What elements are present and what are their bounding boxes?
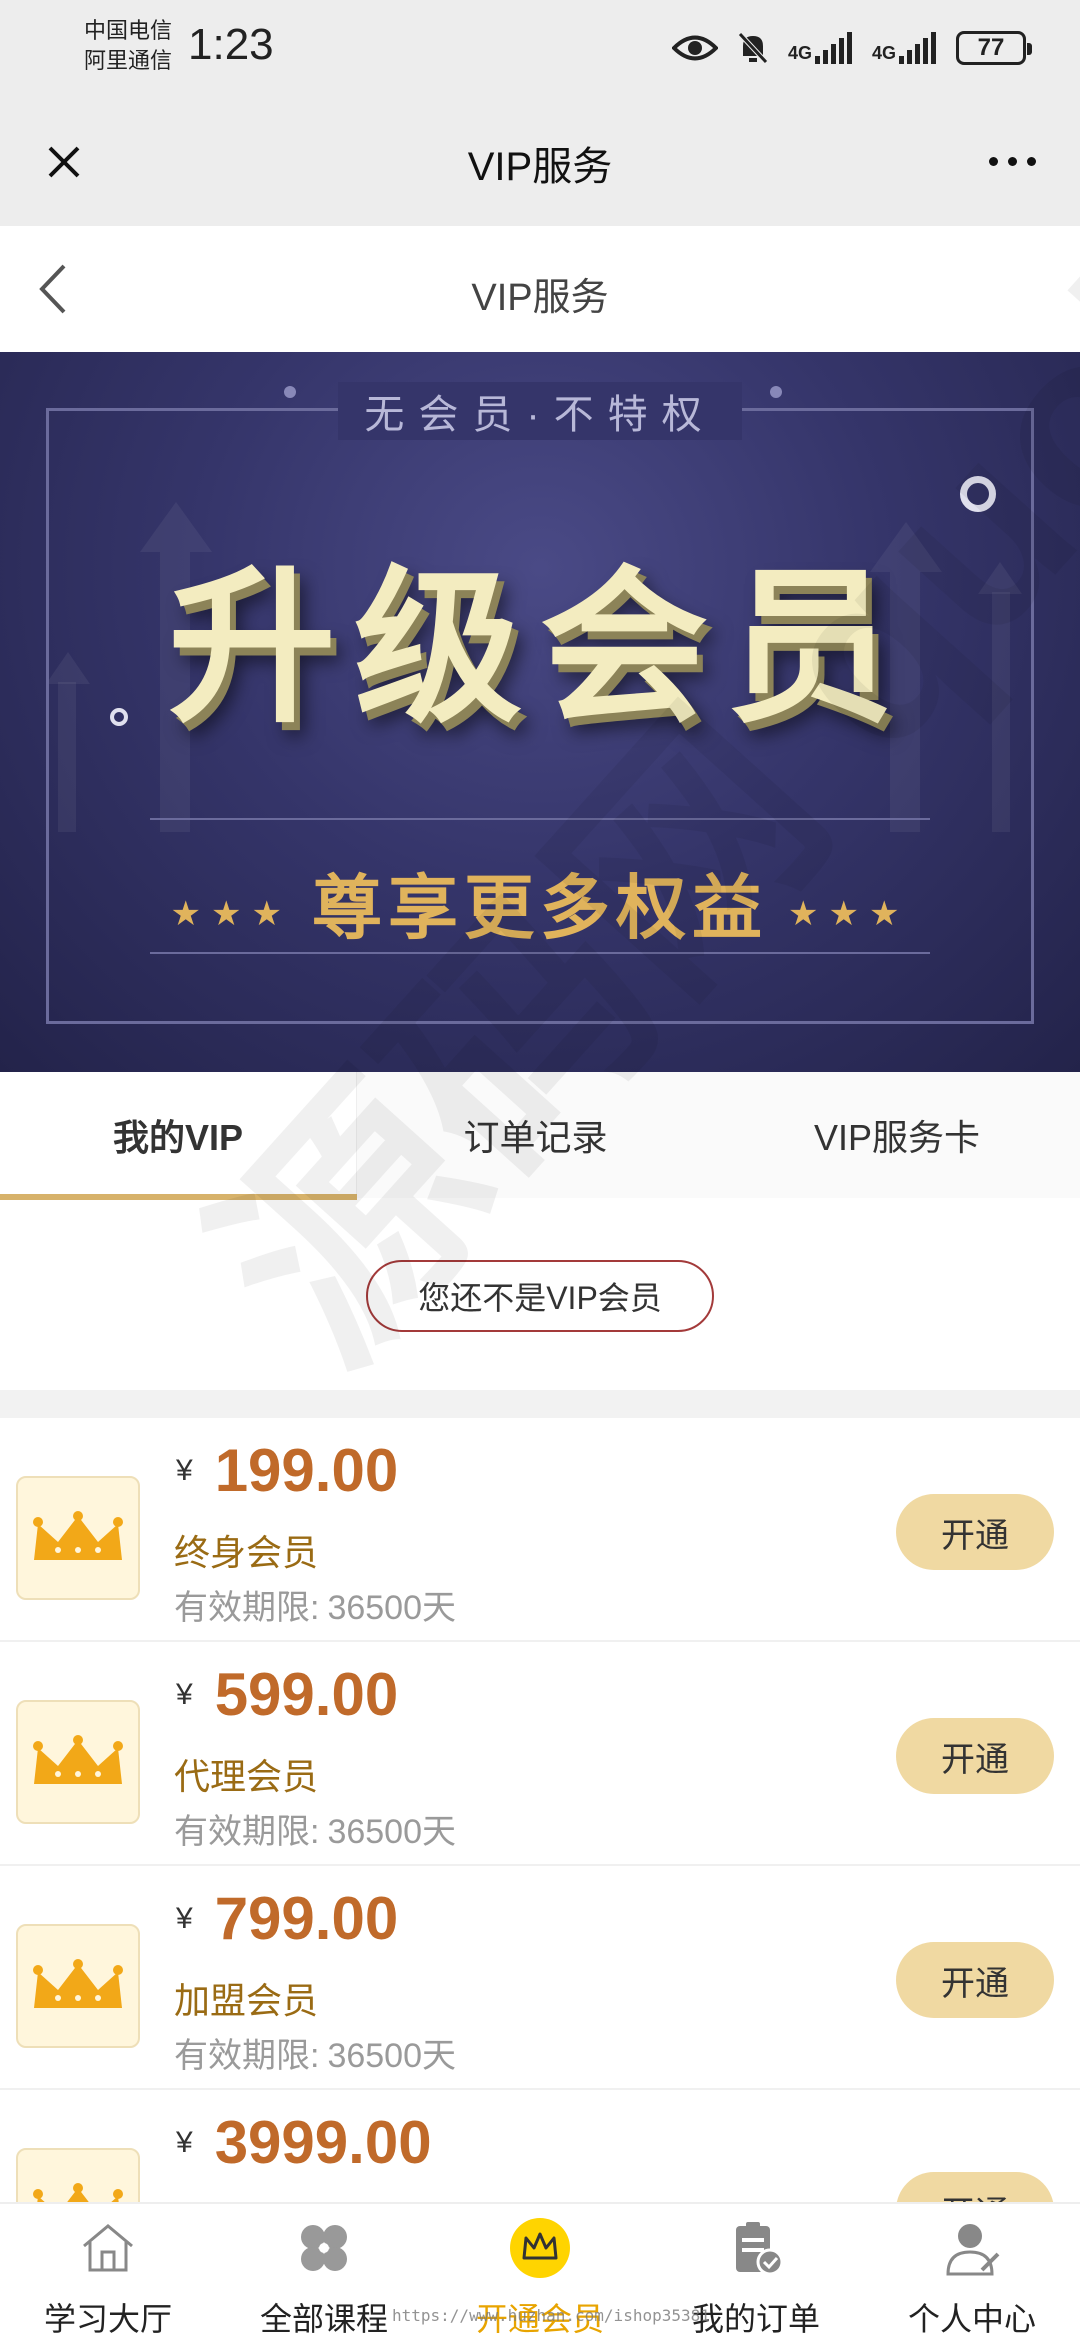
plan-name: 加盟会员: [174, 1980, 319, 2021]
banner-top-text: 无会员·不特权: [0, 382, 1080, 440]
signal-bars-icon: [899, 32, 936, 64]
open-plan-button[interactable]: 开通: [896, 1494, 1054, 1570]
clover-icon: [301, 2225, 347, 2271]
banner-line-top: [150, 818, 930, 820]
plan-name: 终身会员: [174, 1532, 319, 1573]
eye-icon: [671, 35, 718, 61]
currency-symbol: ¥: [176, 2125, 193, 2159]
validity-label: 有效期限:: [174, 2037, 320, 2075]
status-icons: 4G 4G 77: [671, 22, 1032, 74]
tab-bar: 我的VIP 订单记录 VIP服务卡: [0, 1072, 1080, 1202]
plan-validity: 有效期限: 36500天: [174, 1580, 456, 1629]
price-value: 199.00: [214, 1437, 399, 1504]
page-header: VIP服务: [0, 226, 1080, 353]
crown-icon: [16, 1700, 140, 1824]
price-value: 799.00: [214, 1885, 399, 1952]
tab-my-vip[interactable]: 我的VIP: [0, 1072, 357, 1200]
nav-item-study-hall[interactable]: 学习大厅: [0, 2204, 216, 2342]
currency-symbol: ¥: [176, 1901, 193, 1935]
user-icon: [946, 2224, 1000, 2276]
vip-status-section: 您还不是VIP会员: [0, 1200, 1080, 1390]
validity-label: 有效期限:: [174, 1589, 320, 1627]
dot-right: [770, 386, 782, 398]
plan-item: ¥799.00 加盟会员 有效期限: 36500天 开通: [0, 1866, 1080, 2090]
nav-item-profile[interactable]: 个人中心: [864, 2204, 1080, 2342]
open-plan-button[interactable]: 开通: [896, 1718, 1054, 1794]
plan-item: ¥3999.00 开通: [0, 2090, 1080, 2202]
banner-slogan: 无会员·不特权: [338, 382, 742, 440]
currency-symbol: ¥: [176, 1453, 193, 1487]
battery-level: 77: [977, 34, 1005, 61]
banner-line-bottom: [150, 952, 930, 954]
net-type-1: 4G: [787, 43, 812, 63]
tab-order-records[interactable]: 订单记录: [357, 1072, 714, 1198]
plan-item: ¥199.00 终身会员 有效期限: 36500天 开通: [0, 1418, 1080, 1642]
price-value: 3999.00: [214, 2109, 432, 2176]
open-plan-button[interactable]: 开通: [896, 2172, 1054, 2202]
nav-label: 学习大厅: [43, 2301, 172, 2337]
tab-vip-card[interactable]: VIP服务卡: [714, 1072, 1080, 1198]
banner-subline: ★★★ 尊享更多权益 ★★★: [0, 852, 1080, 953]
price-value: 599.00: [214, 1661, 399, 1728]
plan-name: 代理会员: [174, 1756, 319, 1797]
plan-item: ¥599.00 代理会员 有效期限: 36500天 开通: [0, 1642, 1080, 1866]
validity-value: 36500天: [327, 1813, 456, 1851]
plan-list: ¥199.00 终身会员 有效期限: 36500天 开通 ¥599.00 代理会员…: [0, 1418, 1080, 2202]
open-plan-button[interactable]: 开通: [896, 1942, 1054, 2018]
battery-icon: 77: [956, 31, 1032, 65]
net-type-2: 4G: [871, 43, 896, 63]
validity-label: 有效期限:: [174, 1813, 320, 1851]
status-bar: 中国电信 阿里通信 1:23 4G 4G 77: [0, 0, 1080, 100]
crown-icon: [16, 1476, 140, 1600]
more-icon[interactable]: [972, 136, 1052, 186]
clock: 1:23: [188, 20, 274, 69]
currency-symbol: ¥: [176, 1677, 193, 1711]
vip-status-badge: 您还不是VIP会员: [366, 1260, 714, 1332]
stars-left: ★★★: [170, 894, 292, 933]
carrier-1: 中国电信: [84, 18, 173, 43]
section-divider: [0, 1390, 1080, 1418]
plan-price: ¥199.00: [176, 1436, 398, 1505]
plan-validity: 有效期限: 36500天: [174, 1804, 456, 1853]
nav-label: 个人中心: [907, 2301, 1036, 2337]
validity-value: 36500天: [327, 1589, 456, 1627]
order-icon: [736, 2222, 784, 2276]
ring-decor-right: [960, 476, 996, 512]
signal-bars-icon: [814, 32, 852, 64]
plan-validity: 有效期限: 36500天: [174, 2028, 456, 2077]
mute-bell-icon: [738, 32, 768, 64]
wechat-title: VIP服务: [467, 145, 613, 189]
url-watermark: https://www.huzhan.com/ishop35381: [392, 2306, 710, 2325]
crown-icon: [16, 2148, 140, 2202]
banner-subtext: 尊享更多权益: [312, 869, 768, 947]
signal-1: 4G: [788, 32, 852, 64]
wechat-nav-bar: VIP服务: [0, 100, 1080, 226]
crown-icon: [16, 1924, 140, 2048]
validity-value: 36500天: [327, 2037, 456, 2075]
signal-2: 4G: [872, 32, 936, 64]
crown-icon: [510, 2218, 570, 2278]
vip-banner: 无会员·不特权 升级会员 ★★★ 尊享更多权益 ★★★: [0, 352, 1080, 1072]
home-icon: [83, 2224, 133, 2272]
carrier-2: 阿里通信: [84, 48, 173, 73]
carrier-info: 中国电信 阿里通信: [84, 16, 172, 76]
stars-right: ★★★: [788, 894, 910, 933]
page-title: VIP服务: [471, 277, 609, 319]
dot-left: [284, 386, 296, 398]
banner-headline: 升级会员: [168, 554, 912, 742]
plan-price: ¥799.00: [176, 1884, 398, 1953]
plan-price: ¥599.00: [176, 1660, 398, 1729]
plan-price: ¥3999.00: [176, 2108, 432, 2177]
